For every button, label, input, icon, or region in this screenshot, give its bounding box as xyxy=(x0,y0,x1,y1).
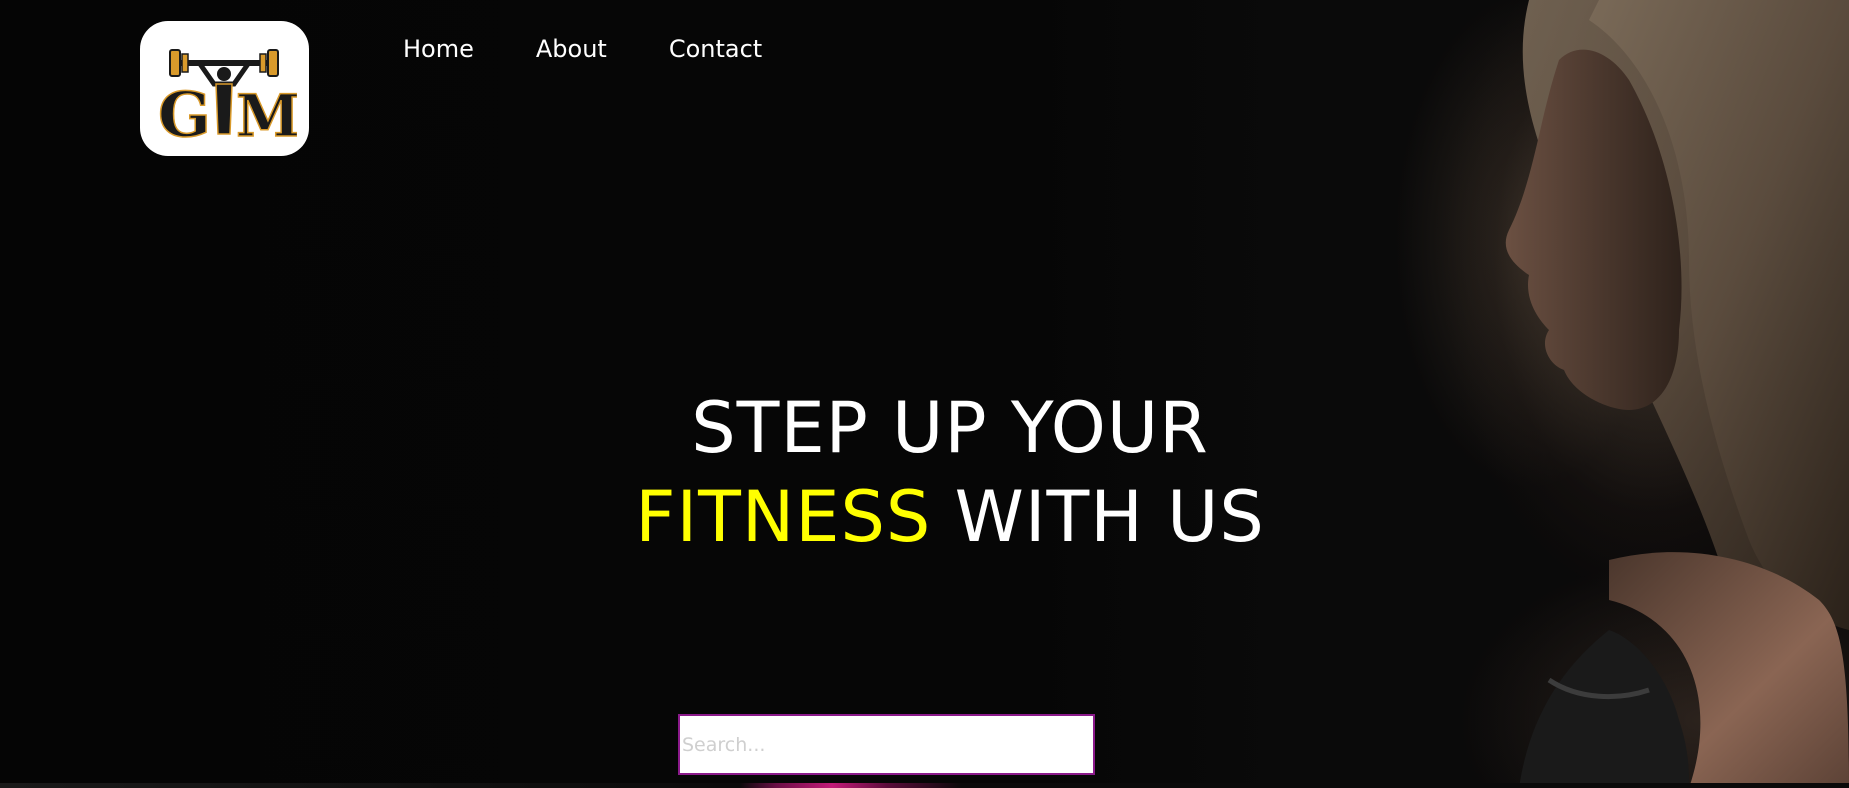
gym-logo[interactable]: G M xyxy=(140,21,309,156)
svg-text:G: G xyxy=(158,78,211,144)
hero-headline-accent: FITNESS xyxy=(635,476,932,558)
gym-logo-icon: G M xyxy=(157,48,297,144)
nav-contact-link[interactable]: Contact xyxy=(669,35,762,63)
svg-text:M: M xyxy=(236,82,297,144)
hero-headline: STEP UP YOUR FITNESS WITH US xyxy=(0,384,1849,562)
hero-headline-line1: STEP UP YOUR xyxy=(691,387,1209,469)
next-section-preview xyxy=(0,783,1849,788)
nav-home-link[interactable]: Home xyxy=(403,35,474,63)
nav-about-link[interactable]: About xyxy=(536,35,607,63)
main-nav: Home About Contact xyxy=(403,35,762,63)
page: G M Home About Contact STEP UP YOUR FITN… xyxy=(0,0,1849,788)
search-input[interactable] xyxy=(678,714,1095,775)
hero-headline-line2: WITH US xyxy=(954,476,1265,558)
